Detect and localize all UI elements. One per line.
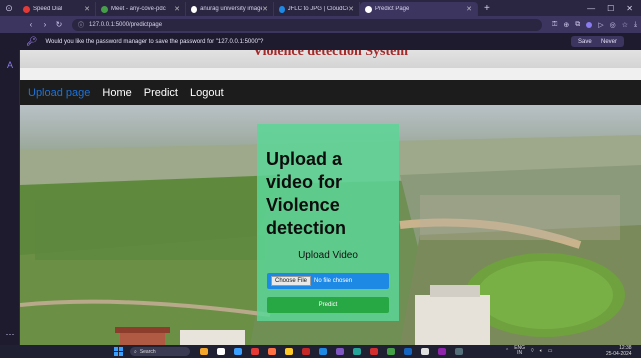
reading-icon[interactable]: ◎: [610, 21, 616, 29]
tab-label: Predict Page: [375, 6, 410, 12]
zoom-icon[interactable]: ⊕: [563, 21, 569, 29]
language-indicator[interactable]: ENG IN: [514, 346, 525, 356]
wifi-icon[interactable]: ⌔: [530, 348, 535, 354]
close-tab-icon[interactable]: ✕: [466, 5, 472, 13]
taskbar-app-icon[interactable]: [319, 348, 327, 355]
toolbar-icons: ⚿ ⊕ ⧉ ▷ ◎ ☆ ⤓: [552, 21, 637, 29]
play-icon[interactable]: ▷: [598, 21, 603, 29]
language-region: IN: [517, 350, 523, 356]
browser-tab[interactable]: Meet - any-cove-pdc ✕: [96, 2, 186, 16]
taskbar-app-icon[interactable]: [251, 348, 259, 355]
upload-title: Upload a video for Violence detection: [266, 149, 347, 238]
tab-label: Speed Dial: [33, 6, 63, 12]
close-tab-icon[interactable]: ✕: [262, 5, 268, 13]
taskbar-app-icon[interactable]: [387, 348, 395, 355]
browser-menu-icon[interactable]: ⊙: [0, 0, 18, 16]
site-info-icon[interactable]: ⓘ: [78, 20, 84, 29]
tab-favicon-icon: [279, 5, 285, 13]
password-prompt-text: Would you like the password manager to s…: [45, 38, 264, 45]
tab-favicon-icon: [365, 5, 372, 13]
back-icon[interactable]: ‹: [24, 20, 38, 29]
taskbar-app-icon[interactable]: [404, 348, 412, 355]
close-tab-icon[interactable]: ✕: [84, 5, 90, 13]
taskbar-app-icon[interactable]: [200, 348, 208, 355]
browser-tab[interactable]: Speed Dial ✕: [18, 2, 96, 16]
nav-link[interactable]: Home: [102, 87, 131, 99]
upload-card: Upload a video for Violence detection Up…: [257, 124, 399, 321]
aria-icon[interactable]: A: [4, 60, 16, 72]
taskbar-app-icon[interactable]: [302, 348, 310, 355]
taskbar: ⌕ Search ⌃ ENG IN ⌔ 🔈︎ ▭ 12:38 25-04-202…: [0, 345, 641, 358]
main-nav: Upload page Home Predict Logout: [20, 80, 641, 105]
system-tray: ⌃ ENG IN ⌔ 🔈︎ ▭: [505, 346, 553, 356]
tray-chevron-icon[interactable]: ⌃: [505, 348, 509, 354]
maximize-icon[interactable]: ☐: [607, 4, 614, 13]
download-icon[interactable]: ⤓: [634, 21, 637, 29]
extensions-icon[interactable]: ⧉: [575, 21, 580, 29]
volume-icon[interactable]: 🔈︎: [540, 348, 543, 354]
tab-label: anurag university image sc: [200, 6, 263, 12]
minimize-icon[interactable]: —: [587, 4, 595, 13]
taskbar-app-icon[interactable]: [268, 348, 276, 355]
close-window-icon[interactable]: ✕: [626, 4, 633, 13]
more-icon[interactable]: ⋯: [4, 329, 16, 341]
web-page: Violence detection System Upload page Hom…: [20, 50, 641, 345]
tab-label: Meet - any-cove-pdc: [111, 6, 166, 12]
nav-link[interactable]: Upload page: [28, 87, 90, 99]
new-tab-button[interactable]: +: [478, 3, 496, 14]
password-key-icon: 🔑︎: [26, 36, 38, 46]
taskbar-app-icon[interactable]: [353, 348, 361, 355]
taskbar-search[interactable]: ⌕ Search: [130, 347, 190, 356]
file-status: No file chosen: [314, 278, 353, 284]
browser-tab[interactable]: Predict Page ✕: [360, 2, 478, 16]
password-prompt: 🔑︎ Would you like the password manager t…: [0, 33, 641, 50]
taskbar-app-icon[interactable]: [421, 348, 429, 355]
taskbar-app-icon[interactable]: [438, 348, 446, 355]
profile-icon[interactable]: [586, 21, 593, 28]
tab-favicon-icon: [23, 5, 30, 13]
upload-video-label: Upload Video: [298, 250, 358, 261]
site-title: Violence detection System: [253, 50, 408, 59]
battery-icon[interactable]: ▭: [548, 348, 553, 354]
reload-icon[interactable]: ↻: [52, 20, 66, 29]
taskbar-app-icon[interactable]: [285, 348, 293, 355]
address-bar: ‹ › ↻ ⓘ 127.0.0.1:5000/predictpage ⚿ ⊕ ⧉…: [0, 16, 641, 33]
close-tab-icon[interactable]: ✕: [174, 5, 180, 13]
url-field[interactable]: ⓘ 127.0.0.1:5000/predictpage: [72, 18, 542, 31]
taskbar-app-icon[interactable]: [455, 348, 463, 355]
clock-date: 25-04-2024: [606, 350, 632, 357]
tab-favicon-icon: [191, 5, 198, 13]
windows-start-icon[interactable]: [114, 347, 123, 356]
search-icon: ⌕: [134, 348, 137, 355]
browser-tab[interactable]: JFLC to JPG | CloudConvert✕: [274, 2, 360, 16]
forward-icon[interactable]: ›: [38, 20, 52, 29]
window-controls: — ☐ ✕: [587, 4, 641, 13]
search-placeholder: Search: [139, 348, 156, 355]
taskbar-app-icon[interactable]: [370, 348, 378, 355]
url-text: 127.0.0.1:5000/predictpage: [89, 21, 163, 28]
choose-file-button[interactable]: Choose File: [271, 276, 312, 286]
tab-favicon-icon: [101, 5, 108, 13]
nav-link[interactable]: Predict: [144, 87, 178, 99]
taskbar-app-icon[interactable]: [217, 348, 225, 355]
close-tab-icon[interactable]: ✕: [348, 5, 354, 13]
video-file-input[interactable]: Choose File No file chosen: [267, 273, 389, 289]
tab-label: JFLC to JPG | CloudConvert: [287, 6, 349, 12]
browser-tab[interactable]: anurag university image sc✕: [186, 2, 274, 16]
site-header: Violence detection System: [20, 50, 641, 68]
nav-link[interactable]: Logout: [190, 87, 224, 99]
taskbar-clock[interactable]: 12:38 25-04-2024: [606, 345, 632, 357]
favorites-icon[interactable]: ☆: [622, 21, 628, 29]
predict-button[interactable]: Predict: [267, 297, 389, 313]
taskbar-app-icon[interactable]: [234, 348, 242, 355]
key-icon[interactable]: ⚿: [552, 21, 557, 29]
never-save-button[interactable]: Never: [594, 36, 625, 47]
taskbar-app-icon[interactable]: [336, 348, 344, 355]
tab-strip: ⊙ Speed Dial ✕ Meet - any-cove-pdc ✕ anurag …: [0, 0, 641, 16]
browser-sidebar: 🔒︎ A ⋯: [0, 33, 20, 345]
